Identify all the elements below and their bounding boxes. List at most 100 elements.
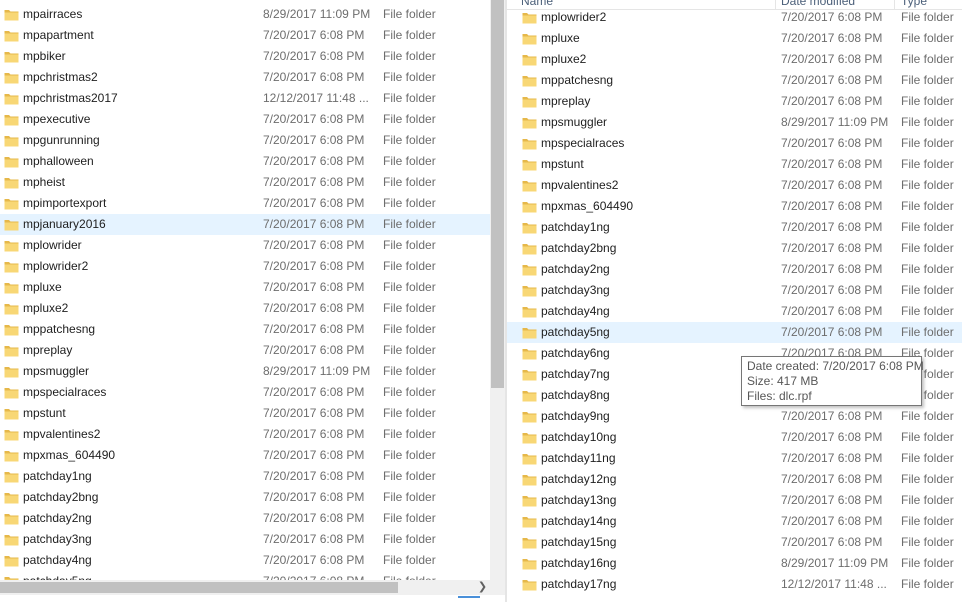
right-file-list-pane[interactable]: Name Date modified Type mplowrider2 7/20/… xyxy=(507,0,962,602)
folder-name: patchday10ng xyxy=(541,430,617,444)
folder-row[interactable]: patchday13ng 7/20/2017 6:08 PM File folder xyxy=(507,490,962,511)
folder-row[interactable]: mpbiker 7/20/2017 6:08 PM File folder xyxy=(0,46,490,67)
folder-row[interactable]: mpluxe 7/20/2017 6:08 PM File folder xyxy=(507,28,962,49)
left-file-list-pane[interactable]: mpairraces 8/29/2017 11:09 PM File folder m… xyxy=(0,0,507,602)
folder-row[interactable]: mpheist 7/20/2017 6:08 PM File folder xyxy=(0,172,490,193)
folder-row[interactable]: patchday4ng 7/20/2017 6:08 PM File folder xyxy=(0,550,490,571)
folder-row[interactable]: patchday3ng 7/20/2017 6:08 PM File folder xyxy=(507,280,962,301)
folder-type: File folder xyxy=(901,262,954,276)
folder-row[interactable]: mpluxe 7/20/2017 6:08 PM File folder xyxy=(0,277,490,298)
folder-name: patchday4ng xyxy=(23,553,92,567)
folder-row[interactable]: mplowrider2 7/20/2017 6:08 PM File folder xyxy=(0,256,490,277)
folder-name: patchday16ng xyxy=(541,556,617,570)
folder-name: mpspecialraces xyxy=(23,385,107,399)
folder-name: mpstunt xyxy=(23,406,66,420)
folder-type: File folder xyxy=(901,430,954,444)
folder-row[interactable]: mpapartment 7/20/2017 6:08 PM File folder xyxy=(0,25,490,46)
folder-type: File folder xyxy=(901,199,954,213)
folder-type: File folder xyxy=(383,364,436,378)
folder-row[interactable]: patchday15ng 7/20/2017 6:08 PM File folder xyxy=(507,532,962,553)
folder-icon xyxy=(522,347,537,360)
folder-row[interactable]: mpspecialraces 7/20/2017 6:08 PM File fold… xyxy=(507,133,962,154)
folder-row[interactable]: mppatchesng 7/20/2017 6:08 PM File folder xyxy=(0,319,490,340)
folder-row[interactable]: mpchristmas2017 12/12/2017 11:48 ... File … xyxy=(0,88,490,109)
folder-row[interactable]: mpvalentines2 7/20/2017 6:08 PM File folde… xyxy=(0,424,490,445)
folder-type: File folder xyxy=(901,241,954,255)
folder-row[interactable]: mpluxe2 7/20/2017 6:08 PM File folder xyxy=(507,49,962,70)
folder-date-modified: 7/20/2017 6:08 PM xyxy=(781,283,883,297)
folder-row[interactable]: mpimportexport 7/20/2017 6:08 PM File fold… xyxy=(0,193,490,214)
folder-row[interactable]: mpreplay 7/20/2017 6:08 PM File folder xyxy=(0,340,490,361)
folder-name: mplowrider2 xyxy=(23,259,89,273)
folder-name: mpstunt xyxy=(541,157,584,171)
folder-row[interactable]: patchday12ng 7/20/2017 6:08 PM File folder xyxy=(507,469,962,490)
folder-row[interactable]: patchday14ng 7/20/2017 6:08 PM File folder xyxy=(507,511,962,532)
folder-date-modified: 7/20/2017 6:08 PM xyxy=(781,409,883,423)
folder-date-modified: 7/20/2017 6:08 PM xyxy=(263,154,365,168)
folder-type: File folder xyxy=(901,514,954,528)
column-header-date-modified[interactable]: Date modified xyxy=(781,0,855,8)
folder-row[interactable]: patchday10ng 7/20/2017 6:08 PM File folder xyxy=(507,427,962,448)
folder-date-modified: 7/20/2017 6:08 PM xyxy=(263,70,365,84)
folder-row[interactable]: patchday1ng 7/20/2017 6:08 PM File folder xyxy=(507,217,962,238)
folder-name: mpluxe xyxy=(541,31,580,45)
folder-row[interactable]: mpgunrunning 7/20/2017 6:08 PM File folder xyxy=(0,130,490,151)
folder-date-modified: 7/20/2017 6:08 PM xyxy=(781,262,883,276)
folder-row[interactable]: mpsmuggler 8/29/2017 11:09 PM File folder xyxy=(0,361,490,382)
folder-name: patchday7ng xyxy=(541,367,610,381)
folder-row[interactable]: mpchristmas2 7/20/2017 6:08 PM File folder xyxy=(0,67,490,88)
folder-row[interactable]: mpxmas_604490 7/20/2017 6:08 PM File folde… xyxy=(507,196,962,217)
column-header-type[interactable]: Type xyxy=(901,0,927,8)
folder-row[interactable]: patchday3ng 7/20/2017 6:08 PM File folder xyxy=(0,529,490,550)
folder-type: File folder xyxy=(383,7,436,21)
column-separator[interactable] xyxy=(894,0,895,9)
folder-row[interactable]: mpstunt 7/20/2017 6:08 PM File folder xyxy=(507,154,962,175)
folder-row[interactable]: mpjanuary2016 7/20/2017 6:08 PM File folde… xyxy=(0,214,490,235)
left-horizontal-scrollbar[interactable]: ❯ xyxy=(0,580,490,595)
folder-name: patchday13ng xyxy=(541,493,617,507)
folder-row[interactable]: mppatchesng 7/20/2017 6:08 PM File folder xyxy=(507,70,962,91)
folder-row[interactable]: patchday17ng 12/12/2017 11:48 ... File fol… xyxy=(507,574,962,595)
column-header-name[interactable]: Name xyxy=(521,0,553,8)
folder-type: File folder xyxy=(383,553,436,567)
folder-type: File folder xyxy=(901,283,954,297)
folder-row[interactable]: mpexecutive 7/20/2017 6:08 PM File folder xyxy=(0,109,490,130)
folder-row[interactable]: mpairraces 8/29/2017 11:09 PM File folder xyxy=(0,4,490,25)
folder-row[interactable]: patchday4ng 7/20/2017 6:08 PM File folder xyxy=(507,301,962,322)
folder-date-modified: 7/20/2017 6:08 PM xyxy=(263,448,365,462)
folder-icon xyxy=(4,365,19,378)
folder-row[interactable]: patchday11ng 7/20/2017 6:08 PM File folder xyxy=(507,448,962,469)
folder-row[interactable]: mpvalentines2 7/20/2017 6:08 PM File folde… xyxy=(507,175,962,196)
folder-type: File folder xyxy=(383,259,436,273)
folder-row[interactable]: mplowrider 7/20/2017 6:08 PM File folder xyxy=(0,235,490,256)
folder-row[interactable]: mpxmas_604490 7/20/2017 6:08 PM File folde… xyxy=(0,445,490,466)
folder-row[interactable]: mpreplay 7/20/2017 6:08 PM File folder xyxy=(507,91,962,112)
folder-row[interactable]: mpluxe2 7/20/2017 6:08 PM File folder xyxy=(0,298,490,319)
left-vertical-scroll-thumb[interactable] xyxy=(491,0,504,388)
folder-row[interactable]: patchday2ng 7/20/2017 6:08 PM File folder xyxy=(507,259,962,280)
folder-date-modified: 7/20/2017 6:08 PM xyxy=(263,238,365,252)
scroll-right-arrow-icon[interactable]: ❯ xyxy=(477,580,488,595)
folder-row[interactable]: mpstunt 7/20/2017 6:08 PM File folder xyxy=(0,403,490,424)
folder-row[interactable]: patchday2bng 7/20/2017 6:08 PM File folder xyxy=(507,238,962,259)
folder-name: mpxmas_604490 xyxy=(23,448,116,462)
folder-name: patchday2bng xyxy=(541,241,617,255)
left-vertical-scrollbar[interactable] xyxy=(490,0,505,580)
column-separator[interactable] xyxy=(775,0,776,9)
folder-icon xyxy=(4,512,19,525)
folder-row[interactable]: mplowrider2 7/20/2017 6:08 PM File folder xyxy=(507,7,962,28)
left-horizontal-scroll-thumb[interactable] xyxy=(0,582,398,593)
folder-row[interactable]: patchday1ng 7/20/2017 6:08 PM File folder xyxy=(0,466,490,487)
folder-row[interactable]: mphalloween 7/20/2017 6:08 PM File folder xyxy=(0,151,490,172)
folder-row[interactable]: patchday2ng 7/20/2017 6:08 PM File folder xyxy=(0,508,490,529)
folder-row[interactable]: patchday5ng 7/20/2017 6:08 PM File folder xyxy=(507,322,962,343)
folder-date-modified: 7/20/2017 6:08 PM xyxy=(781,10,883,24)
folder-type: File folder xyxy=(901,535,954,549)
folder-row[interactable]: patchday2bng 7/20/2017 6:08 PM File folder xyxy=(0,487,490,508)
folder-icon xyxy=(522,452,537,465)
folder-row[interactable]: mpsmuggler 8/29/2017 11:09 PM File folder xyxy=(507,112,962,133)
folder-row[interactable]: mpspecialraces 7/20/2017 6:08 PM File fold… xyxy=(0,382,490,403)
folder-name: mpvalentines2 xyxy=(541,178,619,192)
folder-row[interactable]: patchday16ng 8/29/2017 11:09 PM File folde… xyxy=(507,553,962,574)
folder-row[interactable]: patchday9ng 7/20/2017 6:08 PM File folder xyxy=(507,406,962,427)
